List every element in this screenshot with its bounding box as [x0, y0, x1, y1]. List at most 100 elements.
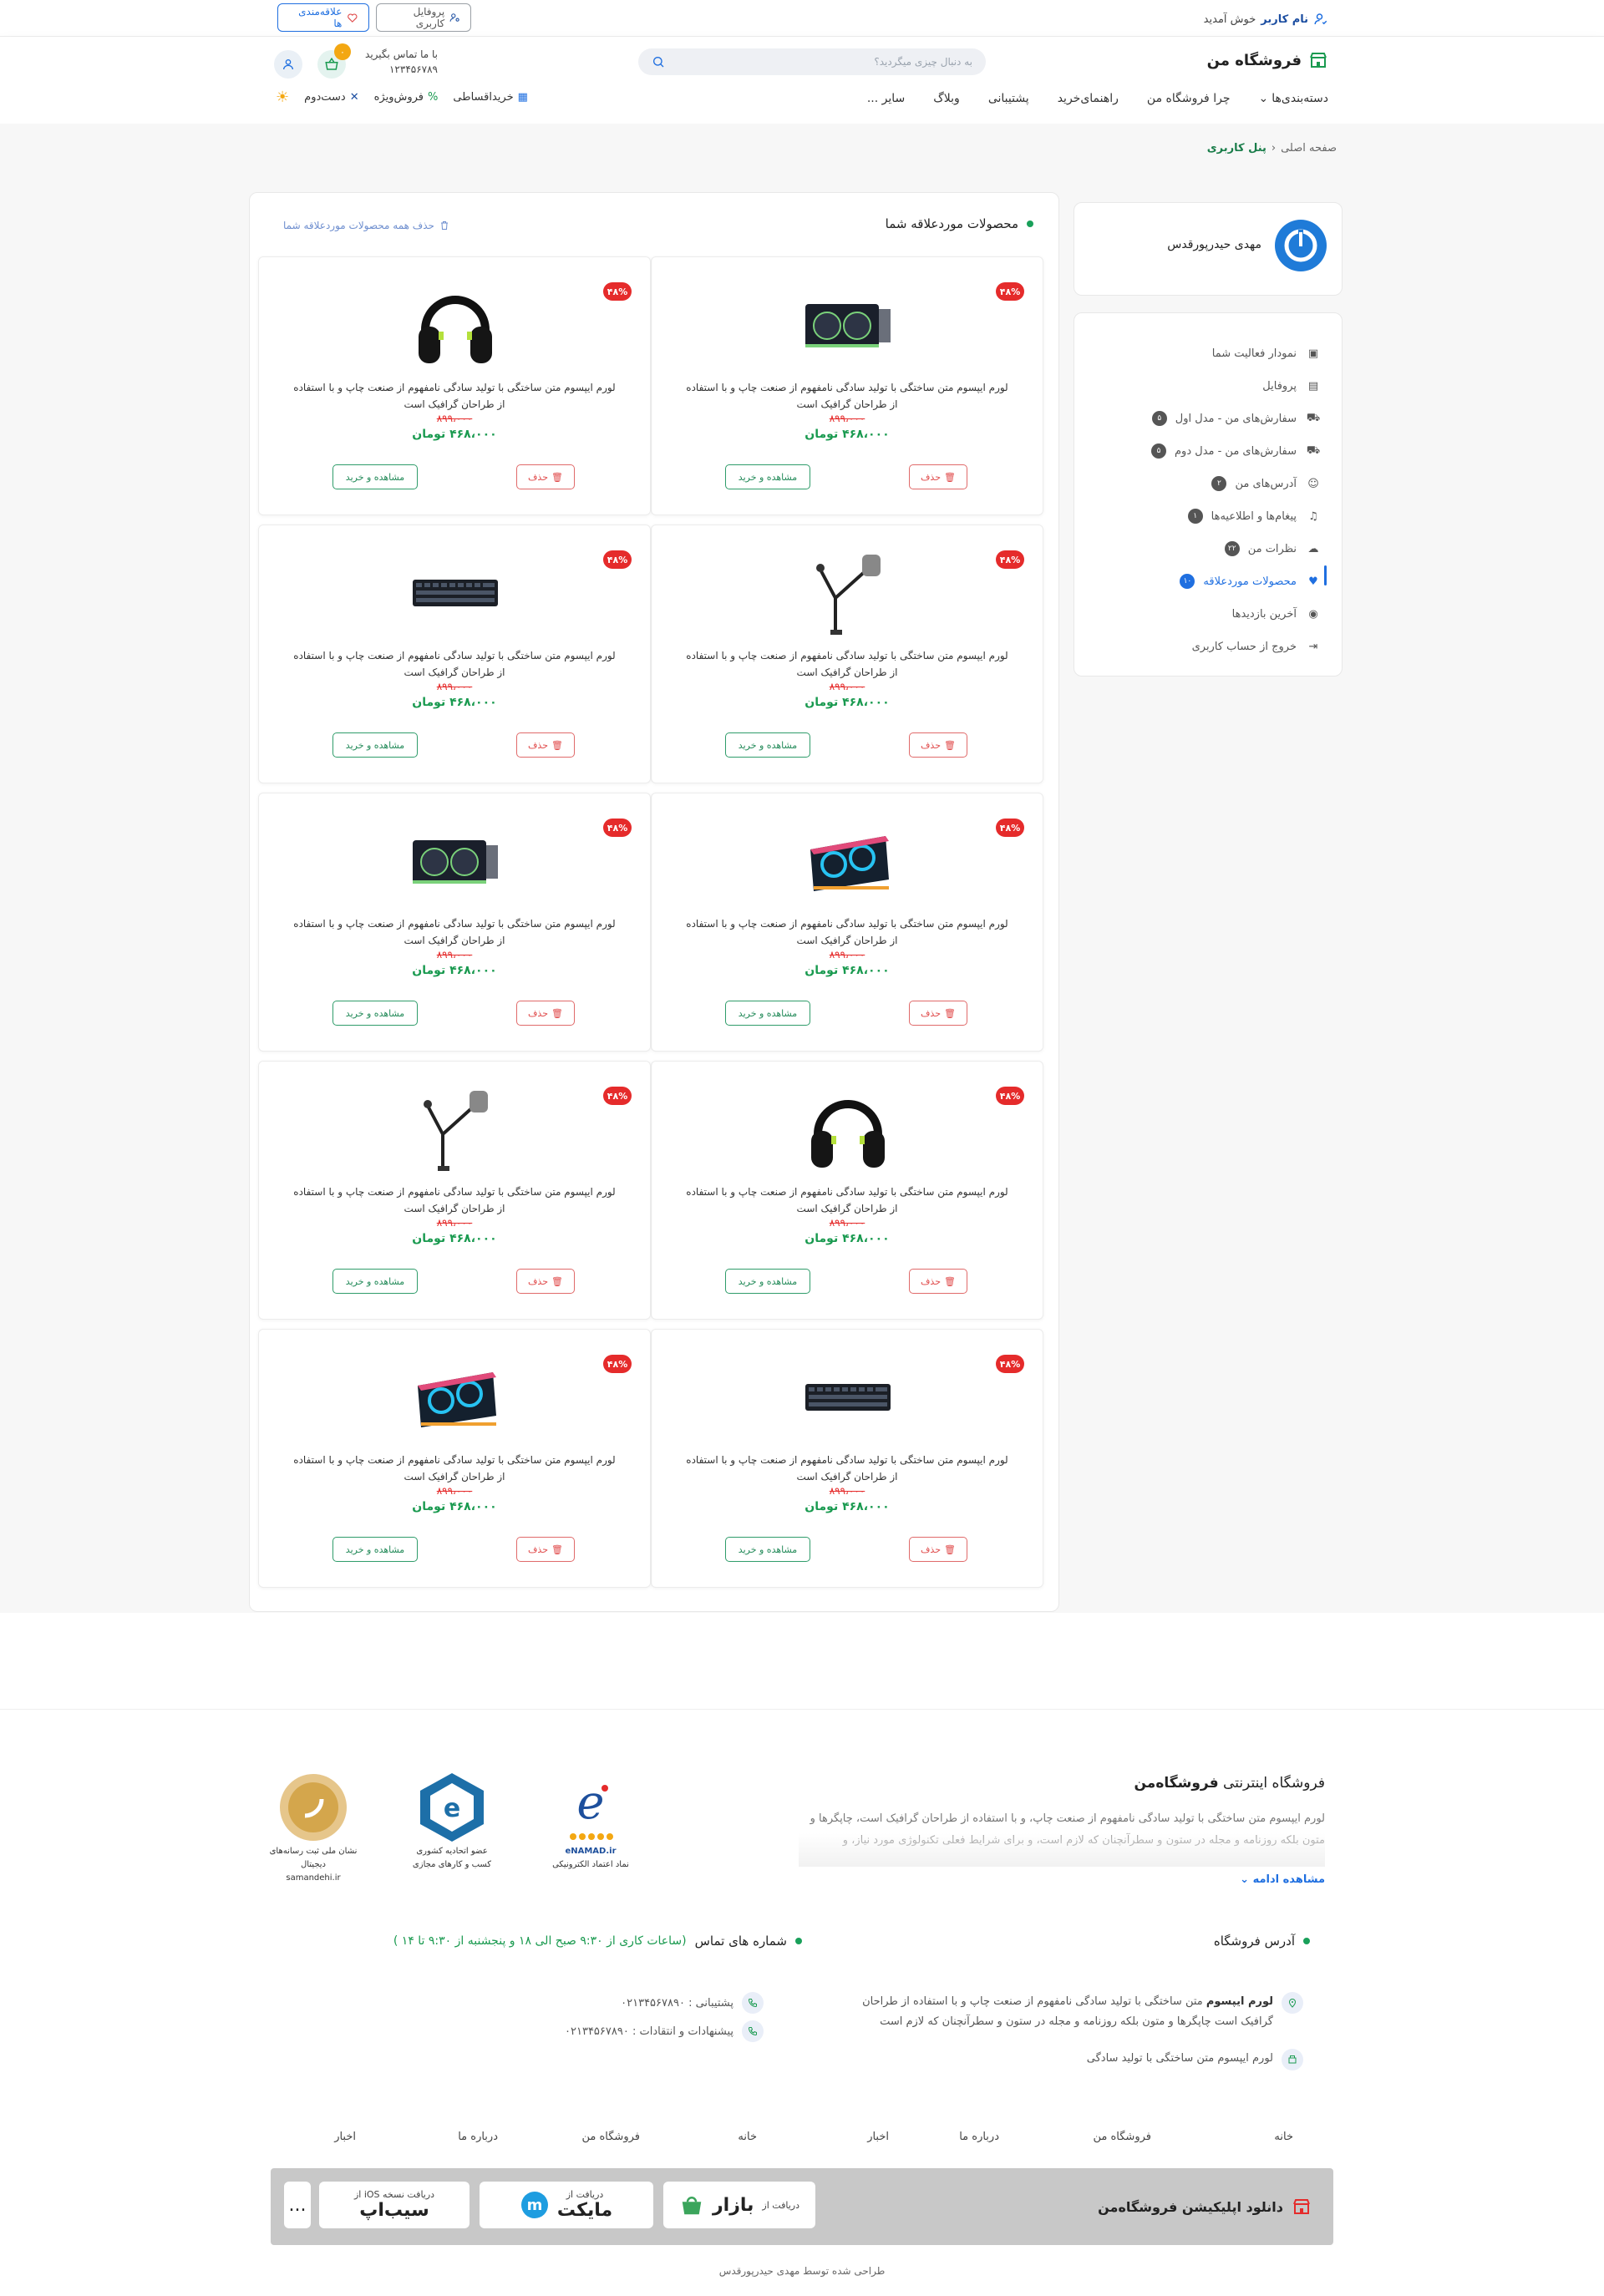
profile-button[interactable]: پروفایل کاربری: [376, 3, 471, 32]
search-box[interactable]: به دنبال چیزی میگردید؟: [638, 48, 986, 75]
footer-link-shop-r[interactable]: فروشگاه من: [1093, 2131, 1151, 2143]
menu-item-9[interactable]: ◉ آخرین بازدیدها: [1232, 604, 1322, 624]
delete-all-button[interactable]: حذف همه محصولات موردعلاقه شما: [283, 220, 449, 231]
delete-product-button[interactable]: 🗑 حذف: [909, 732, 967, 758]
user-icon: [283, 59, 293, 70]
menu-item-2[interactable]: ▤ پروفایل: [1262, 376, 1322, 396]
site-logo[interactable]: فروشگاه من: [1207, 50, 1328, 70]
menu-item-label: پیغام‌ها و اطلاعیه‌ها: [1211, 509, 1297, 523]
menu-item-10[interactable]: ⇥ خروج از حساب کاربری: [1192, 636, 1322, 656]
menu-item-5[interactable]: ☺ آدرس‌های من ۲: [1211, 474, 1322, 494]
account-menu: ▣ نمودار فعالیت شما ▤ پروفایل ⛟ سفارش‌های من …: [1074, 312, 1343, 677]
delete-product-button[interactable]: 🗑 حذف: [516, 464, 575, 489]
union-logo-icon: e: [420, 1773, 484, 1842]
delete-product-button[interactable]: 🗑 حذف: [909, 1269, 967, 1294]
menu-item-7[interactable]: ☁ نظرات من ۲۲: [1224, 539, 1322, 559]
delete-product-button[interactable]: 🗑 حذف: [516, 732, 575, 758]
footer-link-news-r[interactable]: اخبار: [867, 2131, 889, 2143]
nav-categories[interactable]: دسته‌بندی‌ها ⌄: [1258, 92, 1328, 105]
menu-item-6[interactable]: ♫ پیغام‌ها و اطلاعیه‌ها ۱: [1187, 506, 1322, 526]
view-and-buy-button[interactable]: مشاهده و خرید: [332, 1269, 418, 1294]
microphone-arm-icon[interactable]: [401, 1080, 510, 1180]
product-old-price: ۸۹۹،۰۰۰: [436, 413, 473, 424]
sibapp-store-button[interactable]: دریافت نسخه iOS از سیب‌اپ: [319, 2182, 470, 2228]
more-stores-button[interactable]: ...: [284, 2182, 311, 2228]
nav-support[interactable]: پشتیبانی: [988, 92, 1029, 105]
delete-product-button[interactable]: 🗑 حذف: [516, 1001, 575, 1026]
theme-toggle-sun-icon[interactable]: ☀: [276, 89, 289, 106]
menu-item-3[interactable]: ⛟ سفارش‌های من - مدل اول ۵: [1151, 408, 1322, 428]
view-and-buy-button[interactable]: مشاهده و خرید: [725, 732, 810, 758]
product-price: ۴۶۸،۰۰۰ تومان: [412, 964, 497, 977]
breadcrumb-home[interactable]: صفحه اصلی: [1281, 142, 1337, 155]
headphones-icon[interactable]: [401, 276, 510, 376]
suggest-phone: پیشنهادات و انتقادات : ۰۲۱۳۴۵۶۷۸۹۰: [565, 2025, 733, 2038]
trash-icon: 🗑: [551, 1275, 563, 1287]
designer-credit: طراحی شده توسط مهدی حیدرپورقدس: [718, 2265, 886, 2277]
delete-product-button[interactable]: 🗑 حذف: [516, 1537, 575, 1562]
bazaar-store-button[interactable]: دریافت از بازار: [663, 2182, 815, 2228]
sibapp-small: دریافت نسخه iOS از: [353, 2189, 435, 2200]
keyboard-icon[interactable]: [401, 544, 510, 644]
nav-more[interactable]: سایر ...: [867, 92, 905, 105]
delete-all-label: حذف همه محصولات موردعلاقه شما: [283, 220, 434, 231]
samandehi-badge[interactable]: نشان ملی ثبت رسانه‌های دیجیتال samandehi…: [267, 1770, 359, 1885]
basket-icon: [325, 57, 338, 70]
chart-icon: ▣: [1307, 347, 1319, 360]
sub-nav-special-sale[interactable]: % فروش‌ویژه: [374, 91, 439, 104]
headphones-icon[interactable]: [794, 1080, 902, 1180]
discount-badge: ۴۸%: [603, 819, 632, 837]
delete-product-button[interactable]: 🗑 حذف: [516, 1269, 575, 1294]
menu-item-4[interactable]: ⛟ سفارش‌های من - مدل دوم ۵: [1151, 441, 1322, 461]
view-and-buy-button[interactable]: مشاهده و خرید: [725, 1001, 810, 1026]
view-and-buy-button[interactable]: مشاهده و خرید: [332, 1001, 418, 1026]
footer-more-link[interactable]: مشاهده ادامه ⌄: [1240, 1873, 1325, 1886]
microphone-arm-icon[interactable]: [794, 544, 902, 644]
graphics-card-icon[interactable]: [794, 276, 902, 376]
discount-badge: ۴۸%: [996, 550, 1024, 569]
profile-button-label: پروفایل کاربری: [413, 6, 445, 29]
sub-nav-installment-label: خریداقساطی: [453, 91, 514, 104]
footer-link-home-l[interactable]: خانه: [738, 2131, 757, 2143]
nav-why-us[interactable]: چرا فروشگاه من: [1147, 92, 1231, 105]
cooling-pad-icon[interactable]: [401, 1348, 510, 1448]
menu-item-1[interactable]: ▣ نمودار فعالیت شما: [1212, 343, 1322, 363]
keyboard-icon[interactable]: [794, 1348, 902, 1448]
view-and-buy-button[interactable]: مشاهده و خرید: [332, 1537, 418, 1562]
footer-link-about-l[interactable]: درباره ما: [458, 2131, 498, 2143]
view-and-buy-button[interactable]: مشاهده و خرید: [332, 732, 418, 758]
bazaar-name: بازار: [713, 2194, 754, 2216]
support-phone-line[interactable]: پشتیبانی : ۰۲۱۳۴۵۶۷۸۹۰: [621, 1992, 764, 2014]
footer-link-home-r[interactable]: خانه: [1274, 2131, 1293, 2143]
view-and-buy-button[interactable]: مشاهده و خرید: [332, 464, 418, 489]
favorites-button[interactable]: علاقه‌مندی ها: [277, 3, 369, 32]
nav-blog[interactable]: وبلاگ: [933, 92, 960, 105]
search-icon[interactable]: [652, 55, 665, 68]
view-and-buy-button[interactable]: مشاهده و خرید: [725, 464, 810, 489]
footer-link-news-l[interactable]: اخبار: [334, 2131, 356, 2143]
menu-item-count-badge: ۲: [1211, 476, 1227, 491]
union-badge[interactable]: e عضو اتحادیه کشوری کسب و کارهای مجازی: [406, 1770, 498, 1872]
view-and-buy-button[interactable]: مشاهده و خرید: [725, 1537, 810, 1562]
menu-item-count-badge: ۱۰: [1180, 574, 1195, 589]
site-header: فروشگاه من به دنبال چیزی میگردید؟ با ما …: [0, 37, 1604, 124]
footer-link-shop-l[interactable]: فروشگاه من: [581, 2131, 640, 2143]
myket-store-button[interactable]: دریافت از مایکت m: [480, 2182, 653, 2228]
footer-link-about-r[interactable]: درباره ما: [959, 2131, 999, 2143]
sub-nav-second-hand[interactable]: ✕ دست‌دوم: [304, 91, 358, 104]
delete-product-button[interactable]: 🗑 حذف: [909, 464, 967, 489]
product-old-price: ۸۹۹،۰۰۰: [829, 1485, 865, 1497]
search-placeholder[interactable]: به دنبال چیزی میگردید؟: [665, 56, 972, 68]
menu-item-8[interactable]: ♥ محصولات موردعلاقه ۱۰: [1180, 571, 1322, 591]
enamad-badge[interactable]: e eNAMAD.ir نماد اعتماد الکترونیکی: [545, 1770, 637, 1872]
delete-product-button[interactable]: 🗑 حذف: [909, 1001, 967, 1026]
sub-nav-installment[interactable]: ▦ خریداقساطی: [453, 91, 528, 104]
delete-product-button[interactable]: 🗑 حذف: [909, 1537, 967, 1562]
cooling-pad-icon[interactable]: [794, 812, 902, 912]
nav-buying-guide[interactable]: راهنمای‌خرید: [1058, 92, 1119, 105]
suggest-phone-line[interactable]: پیشنهادات و انتقادات : ۰۲۱۳۴۵۶۷۸۹۰: [565, 2020, 764, 2042]
graphics-card-icon[interactable]: [401, 812, 510, 912]
user-account-button[interactable]: [274, 50, 302, 79]
view-and-buy-button[interactable]: مشاهده و خرید: [725, 1269, 810, 1294]
footer-title: فروشگاه اینترنتی فروشگاه‌من: [1134, 1775, 1326, 1792]
